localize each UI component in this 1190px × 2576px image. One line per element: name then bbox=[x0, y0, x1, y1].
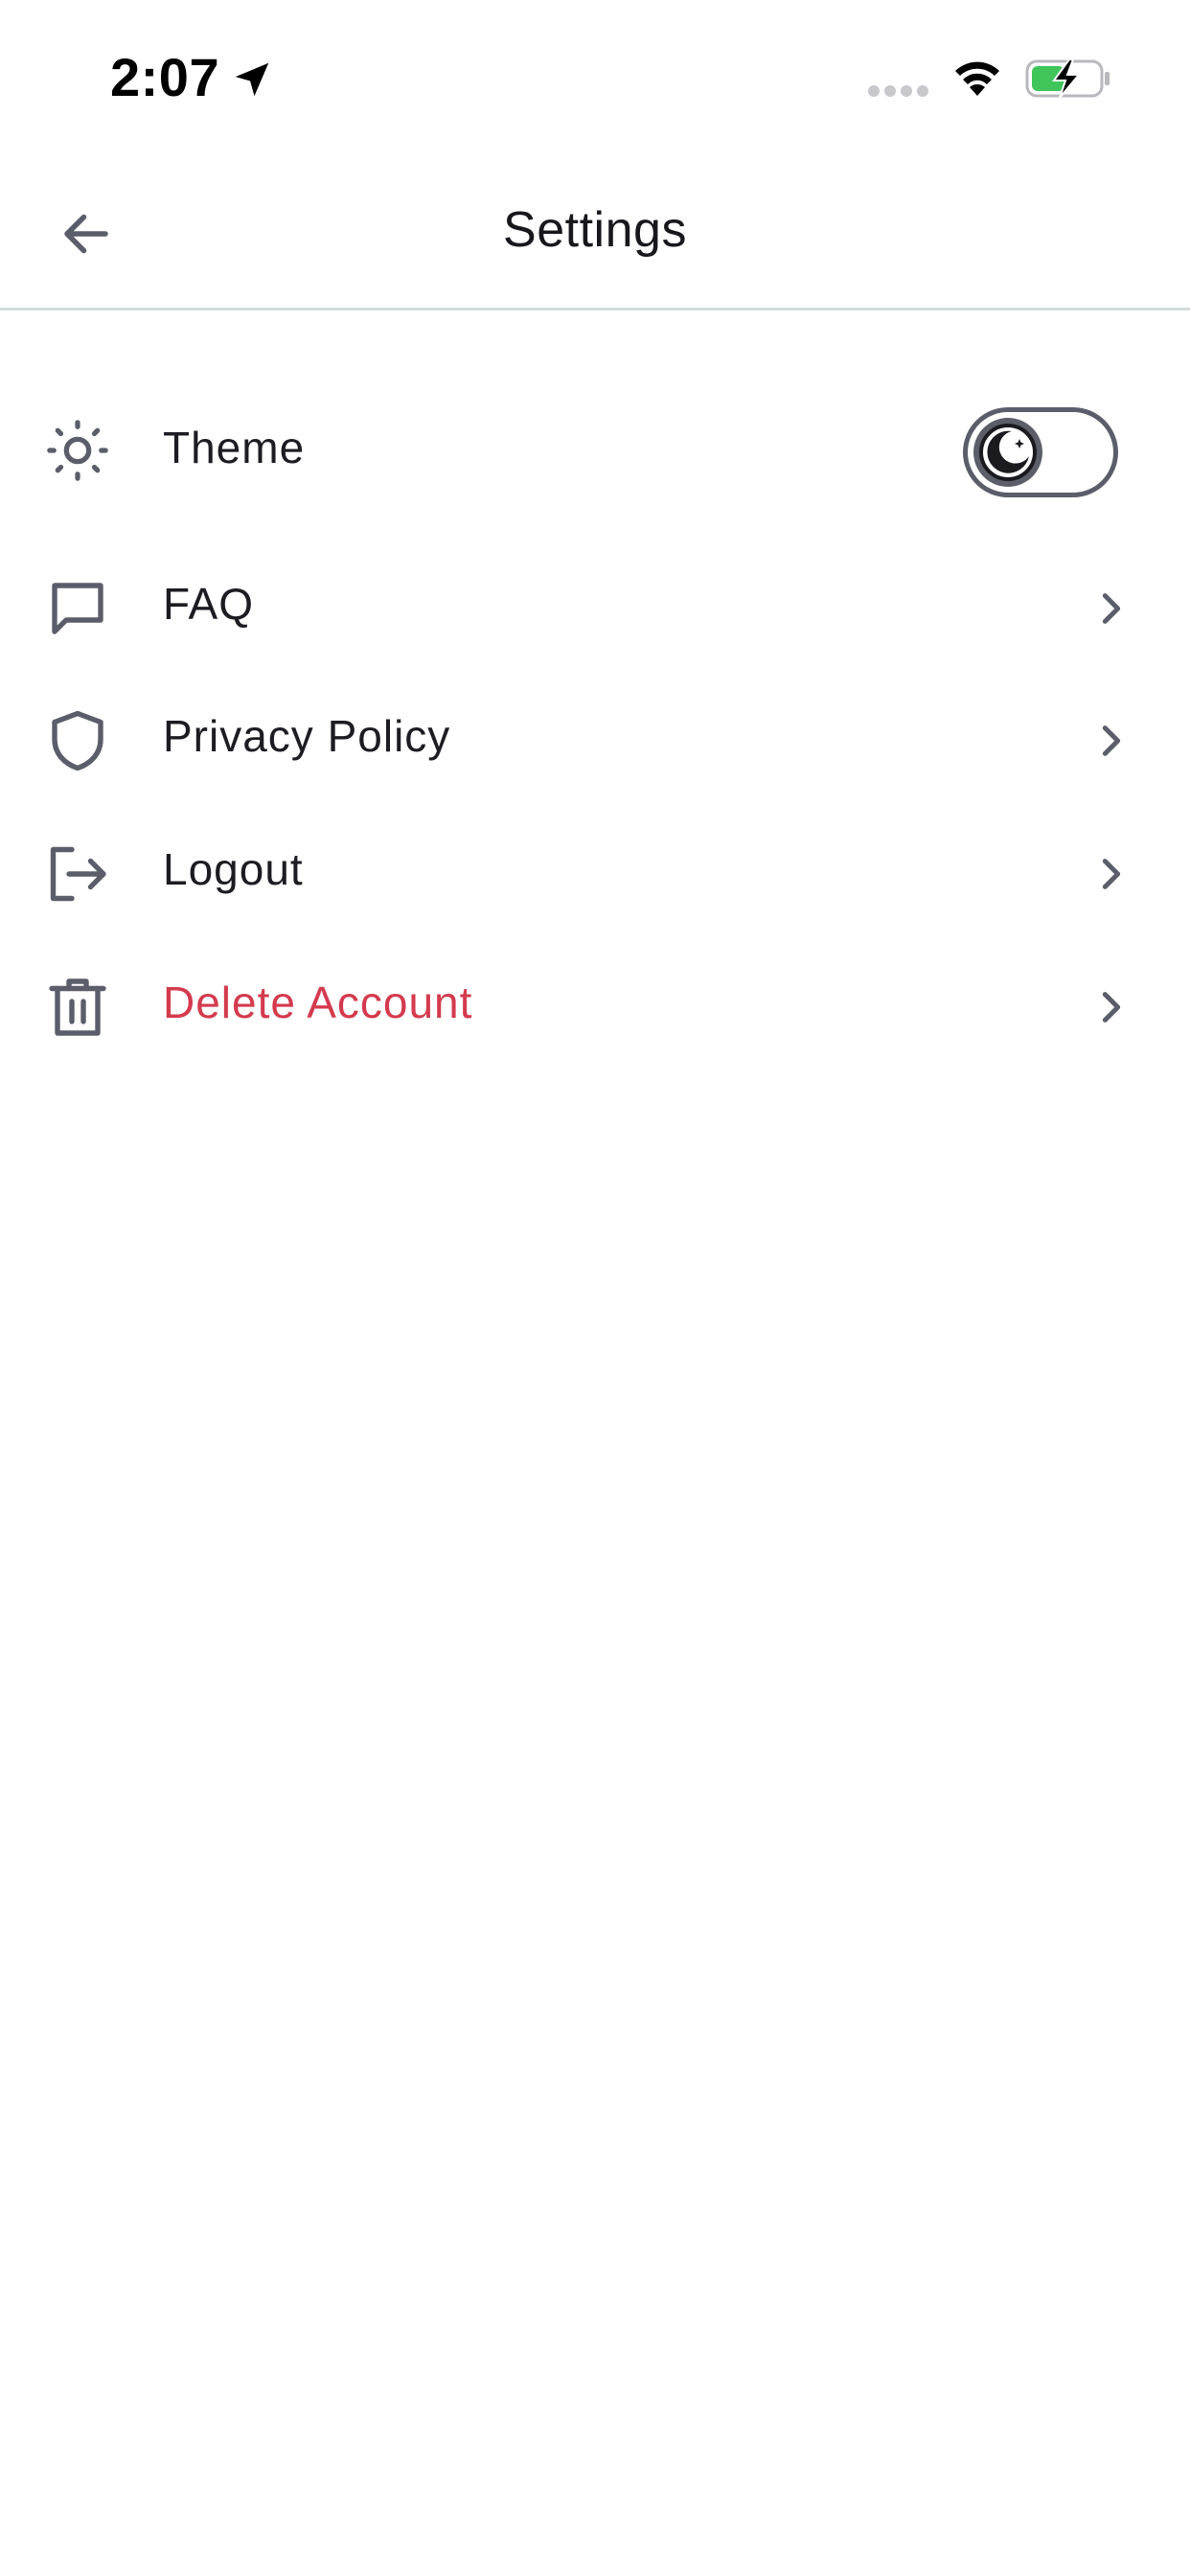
moon-icon bbox=[979, 424, 1037, 481]
settings-screen: 2:07 Settings Theme FAQ Privacy Policy L… bbox=[0, 0, 1190, 2576]
theme-toggle[interactable] bbox=[963, 407, 1118, 497]
settings-item-label: FAQ bbox=[163, 579, 255, 629]
chevron-right-icon bbox=[1102, 593, 1121, 624]
header: Settings bbox=[0, 163, 1190, 310]
wifi-icon bbox=[955, 61, 999, 96]
toggle-knob bbox=[973, 418, 1042, 487]
chevron-right-icon bbox=[1102, 992, 1121, 1023]
status-bar: 2:07 bbox=[0, 0, 1190, 144]
chevron-right-icon bbox=[1102, 859, 1121, 889]
settings-item-faq[interactable]: FAQ bbox=[0, 556, 1190, 661]
settings-item-label: Delete Account bbox=[163, 978, 473, 1027]
chat-bubble-icon bbox=[40, 571, 115, 646]
status-time: 2:07 bbox=[110, 47, 220, 107]
chevron-right-icon bbox=[1102, 725, 1121, 756]
settings-item-label: Theme bbox=[163, 423, 306, 472]
trash-icon bbox=[40, 970, 115, 1045]
settings-item-logout[interactable]: Logout bbox=[0, 821, 1190, 927]
settings-item-privacy-policy[interactable]: Privacy Policy bbox=[0, 688, 1190, 794]
page-title: Settings bbox=[503, 202, 687, 258]
location-arrow-icon bbox=[235, 62, 269, 97]
sun-icon bbox=[40, 413, 115, 488]
battery-charging-icon bbox=[1025, 58, 1110, 99]
settings-item-delete-account[interactable]: Delete Account bbox=[0, 954, 1190, 1060]
logout-icon bbox=[40, 837, 115, 911]
signal-icon bbox=[868, 85, 928, 97]
shield-icon bbox=[40, 703, 115, 778]
settings-item-label: Privacy Policy bbox=[163, 711, 451, 761]
settings-item-label: Logout bbox=[163, 844, 304, 894]
